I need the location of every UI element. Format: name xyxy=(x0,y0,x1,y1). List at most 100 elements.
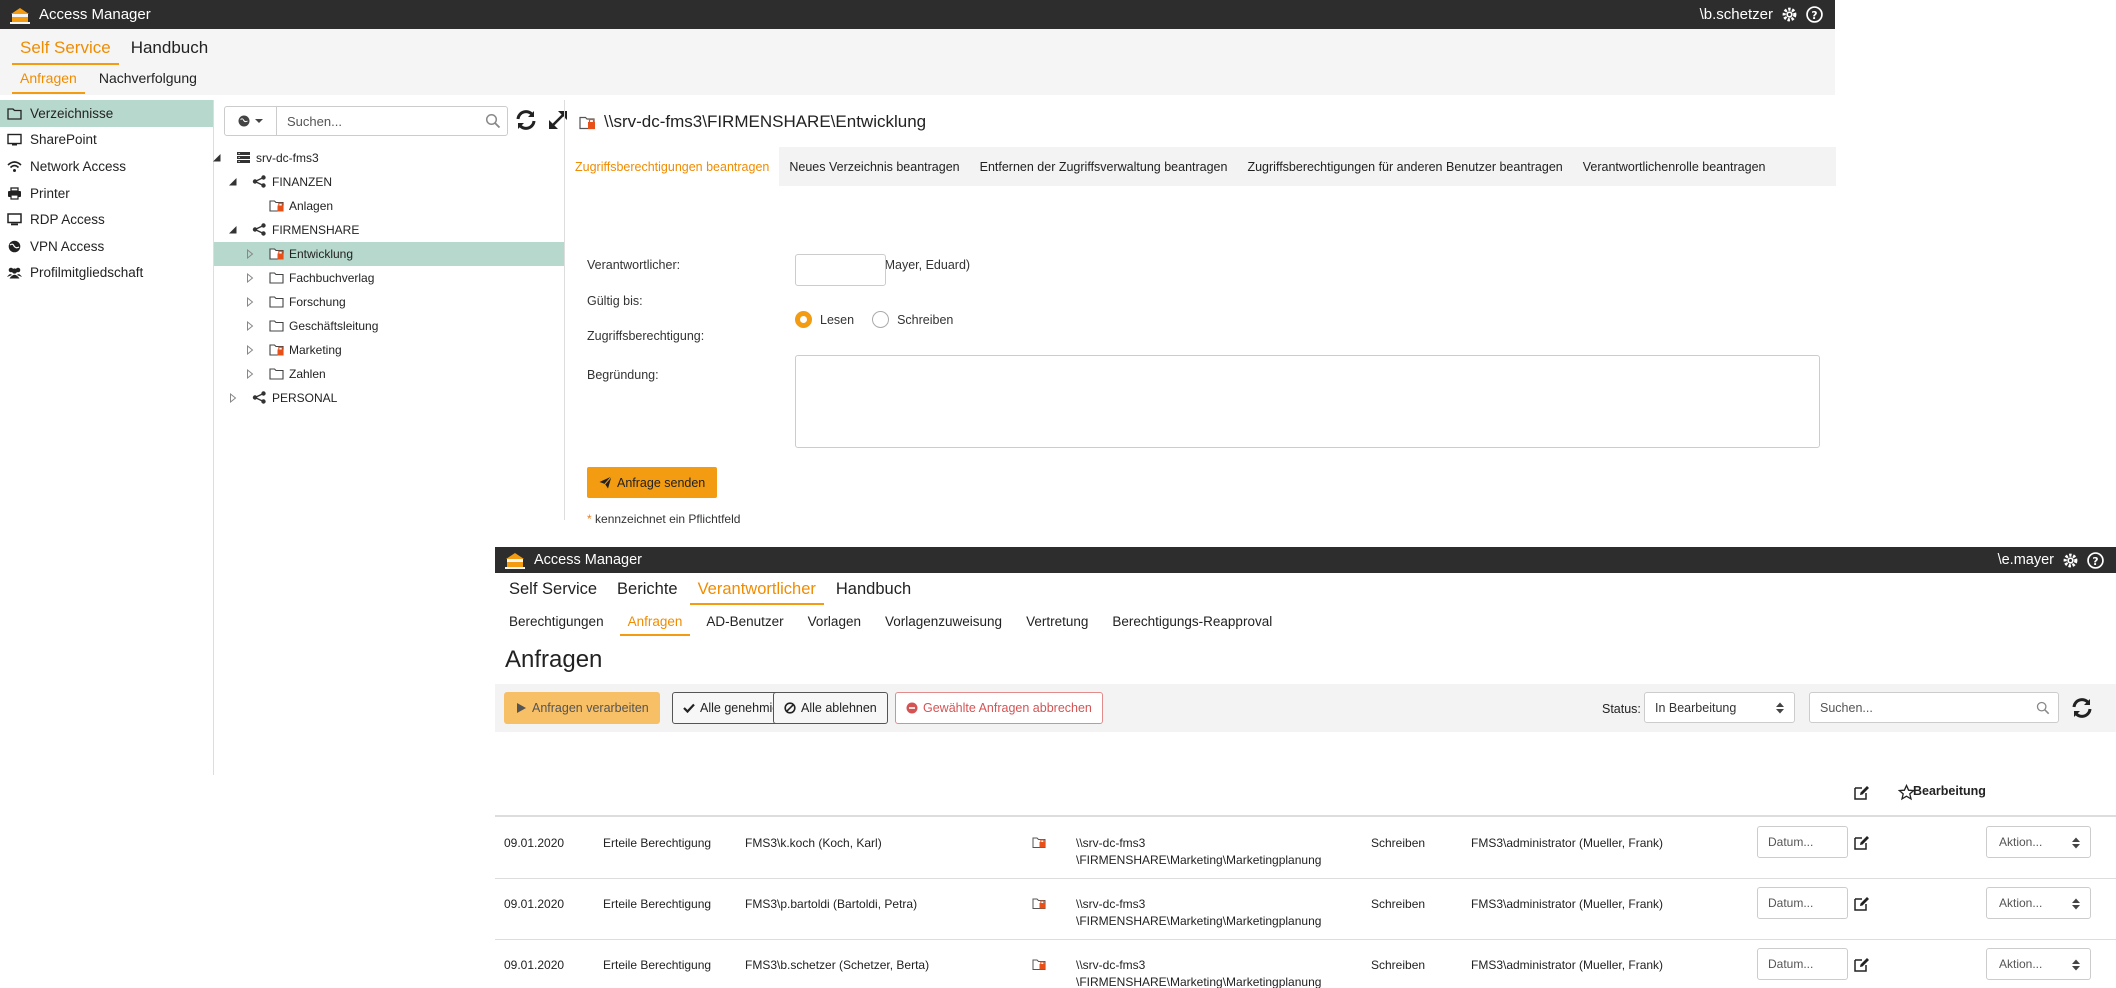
sidebar-item-network-access[interactable]: Network Access xyxy=(0,153,213,180)
menu-verantwortlicher[interactable]: Verantwortlicher xyxy=(689,577,824,605)
submenu-reapproval[interactable]: Berechtigungs-Reapproval xyxy=(1104,611,1280,636)
sidebar-item-printer[interactable]: Printer xyxy=(0,180,213,207)
tree-node[interactable]: Entwicklung xyxy=(214,242,564,266)
reason-textarea[interactable] xyxy=(795,355,1820,448)
tree-expand-triangle-icon[interactable] xyxy=(228,393,238,403)
scope-dropdown[interactable] xyxy=(225,107,277,135)
reject-all-button[interactable]: Alle ablehnen xyxy=(773,692,888,724)
tree-node[interactable]: FINANZEN xyxy=(214,170,564,194)
tree-expand-triangle-icon[interactable] xyxy=(245,321,255,331)
tree-node[interactable]: Anlagen xyxy=(214,194,564,218)
cell-date: 09.01.2020 xyxy=(504,897,565,911)
submenu-vertretung[interactable]: Vertretung xyxy=(1018,611,1096,636)
radio-schreiben[interactable] xyxy=(872,311,890,328)
sidebar-item-vpn-access[interactable]: VPN Access xyxy=(0,233,213,260)
help-icon[interactable]: ? xyxy=(2087,551,2104,569)
menu-self-service[interactable]: Self Service xyxy=(12,35,119,65)
owner-label: Verantwortlicher: xyxy=(587,258,681,272)
tree-node[interactable]: PERSONAL xyxy=(214,386,564,410)
edit-icon[interactable] xyxy=(1853,834,1870,851)
valid-until-input[interactable] xyxy=(795,254,886,286)
process-requests-button[interactable]: Anfragen verarbeiten xyxy=(504,692,660,724)
tree-node[interactable]: Marketing xyxy=(214,338,564,362)
folder-icon xyxy=(7,108,22,120)
tree-node[interactable]: Forschung xyxy=(214,290,564,314)
submenu-ad-benutzer[interactable]: AD-Benutzer xyxy=(698,611,791,636)
submenu-berechtigungen[interactable]: Berechtigungen xyxy=(501,611,612,636)
sidebar-item-label: VPN Access xyxy=(30,238,105,254)
ban-icon xyxy=(784,702,796,714)
app-title: Access Manager xyxy=(39,6,151,23)
tab-neues-verzeichnis[interactable]: Neues Verzeichnis beantragen xyxy=(779,147,969,186)
column-header-bearbeitung[interactable]: Bearbeitung xyxy=(1913,784,1986,798)
radio-lesen-label[interactable]: Lesen xyxy=(820,313,854,327)
tree-node[interactable]: srv-dc-fms3 xyxy=(212,146,564,170)
table-row[interactable]: 09.01.2020 Erteile Berechtigung FMS3\b.sch… xyxy=(495,940,2116,988)
tree-collapse-triangle-icon[interactable] xyxy=(228,177,238,187)
action-select[interactable]: Aktion... xyxy=(1986,887,2091,919)
tree-collapse-triangle-icon[interactable] xyxy=(212,153,222,163)
tree-expand-triangle-icon[interactable] xyxy=(245,345,255,355)
radio-lesen[interactable] xyxy=(795,311,812,328)
table-row[interactable]: 09.01.2020 Erteile Berechtigung FMS3\p.bar… xyxy=(495,879,2116,940)
refresh-icon[interactable] xyxy=(2070,696,2094,720)
menu-handbuch[interactable]: Handbuch xyxy=(828,577,919,605)
tab-zugriff-anderer-benutzer[interactable]: Zugriffsberechtigungen für anderen Benut… xyxy=(1237,147,1572,186)
tree-expand-triangle-icon[interactable] xyxy=(245,249,255,259)
refresh-icon[interactable] xyxy=(514,108,538,132)
table-row[interactable]: 09.01.2020 Erteile Berechtigung FMS3\k.koc… xyxy=(495,818,2116,879)
submenu-anfragen[interactable]: Anfragen xyxy=(619,611,691,636)
submenu-anfragen[interactable]: Anfragen xyxy=(12,67,85,94)
edit-icon[interactable] xyxy=(1853,895,1870,912)
menu-handbuch[interactable]: Handbuch xyxy=(123,35,217,65)
gear-icon[interactable] xyxy=(1781,6,1798,23)
tab-verantwortlichenrolle[interactable]: Verantwortlichenrolle beantragen xyxy=(1573,147,1776,186)
tree-node[interactable]: FIRMENSHARE xyxy=(214,218,564,242)
content-title: \\srv-dc-fms3\FIRMENSHARE\Entwicklung xyxy=(579,112,926,132)
tree-expand-triangle-icon[interactable] xyxy=(245,297,255,307)
sidebar-item-verzeichnisse[interactable]: Verzeichnisse xyxy=(0,100,213,127)
edit-icon[interactable] xyxy=(1853,784,1870,801)
sidebar-item-profilmitgliedschaft[interactable]: Profilmitgliedschaft xyxy=(0,260,213,287)
cell-user: FMS3\k.koch (Koch, Karl) xyxy=(745,836,882,850)
edit-icon[interactable] xyxy=(1853,956,1870,973)
action-select[interactable]: Aktion... xyxy=(1986,948,2091,980)
gear-icon[interactable] xyxy=(2062,552,2079,569)
cell-requester: FMS3\administrator (Mueller, Frank) xyxy=(1471,897,1664,911)
submenu-vorlagen[interactable]: Vorlagen xyxy=(800,611,869,636)
search-icon[interactable] xyxy=(2036,701,2050,715)
date-input[interactable]: Datum... xyxy=(1757,826,1848,858)
sidebar-item-rdp-access[interactable]: RDP Access xyxy=(0,206,213,233)
requests-search-input[interactable]: Suchen... xyxy=(1809,692,2059,723)
current-user[interactable]: \b.schetzer xyxy=(1700,6,1773,23)
submenu-vorlagenzuweisung[interactable]: Vorlagenzuweisung xyxy=(877,611,1010,636)
tab-zugriffsberechtigungen[interactable]: Zugriffsberechtigungen beantragen xyxy=(565,147,780,186)
menu-berichte[interactable]: Berichte xyxy=(609,577,686,605)
menu-self-service[interactable]: Self Service xyxy=(501,577,605,605)
sidebar-item-sharepoint[interactable]: SharePoint xyxy=(0,127,213,154)
search-icon[interactable] xyxy=(485,113,501,129)
cancel-selected-button[interactable]: Gewählte Anfragen abbrechen xyxy=(895,692,1103,724)
action-select[interactable]: Aktion... xyxy=(1986,826,2091,858)
radio-schreiben-label[interactable]: Schreiben xyxy=(897,313,953,327)
date-input[interactable]: Datum... xyxy=(1757,887,1848,919)
globe-icon xyxy=(8,240,21,253)
tab-entfernen-zugriffsverwaltung[interactable]: Entfernen der Zugriffsverwaltung beantra… xyxy=(970,147,1238,186)
sidebar-item-label: Verzeichnisse xyxy=(30,105,114,121)
status-select[interactable]: In Bearbeitung xyxy=(1644,692,1795,723)
tree-search-box[interactable]: Suchen... xyxy=(224,106,508,136)
tree-collapse-triangle-icon[interactable] xyxy=(228,225,238,235)
help-icon[interactable]: ? xyxy=(1806,6,1823,23)
date-input[interactable]: Datum... xyxy=(1757,948,1848,980)
submenu-nachverfolgung[interactable]: Nachverfolgung xyxy=(91,67,205,94)
tree-node[interactable]: Fachbuchverlag xyxy=(214,266,564,290)
tree-expand-triangle-icon[interactable] xyxy=(245,369,255,379)
current-user[interactable]: \e.mayer xyxy=(1998,552,2054,568)
reject-all-label: Alle ablehnen xyxy=(801,701,877,715)
send-request-button[interactable]: Anfrage senden xyxy=(587,467,718,498)
tree-node[interactable]: Zahlen xyxy=(214,362,564,386)
tree-search-input[interactable]: Suchen... xyxy=(277,114,485,129)
tree-node[interactable]: Geschäftsleitung xyxy=(214,314,564,338)
folder-icon xyxy=(269,272,284,284)
tree-expand-triangle-icon[interactable] xyxy=(245,273,255,283)
